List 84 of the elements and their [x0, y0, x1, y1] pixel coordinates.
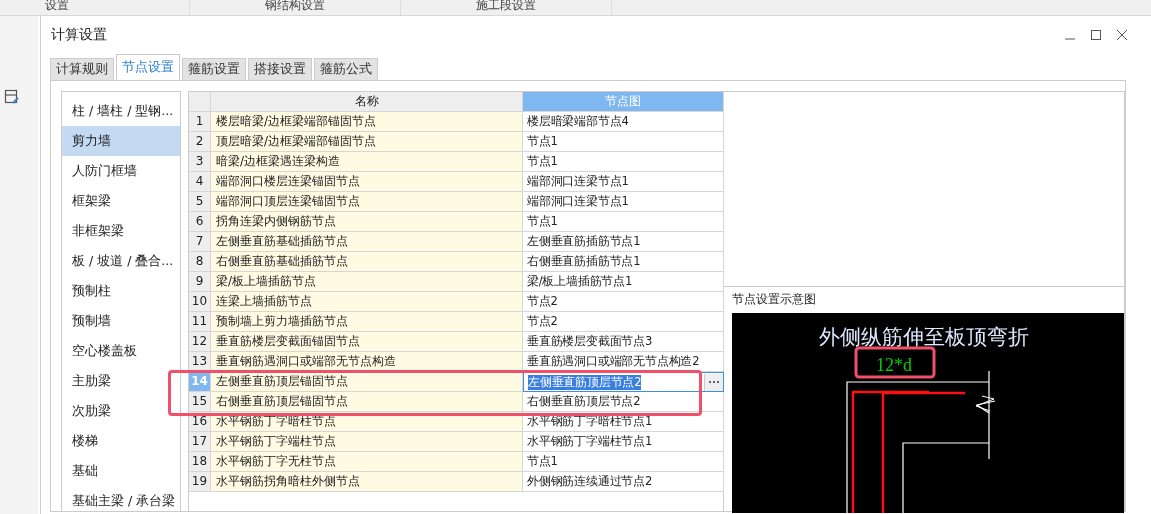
table-cell: 端部洞口连梁节点1: [523, 192, 724, 212]
category-item[interactable]: 预制墙: [62, 306, 180, 336]
category-item[interactable]: 剪力墙: [62, 126, 180, 156]
row-number: 18: [189, 452, 211, 472]
category-item[interactable]: 次肋梁: [62, 396, 180, 426]
table-cell: 水平钢筋丁字端柱节点: [211, 432, 523, 452]
table-cell: 右侧垂直筋顶层锚固节点: [211, 392, 523, 412]
maximize-icon[interactable]: [1090, 29, 1102, 41]
table-cell: 左侧垂直筋插筋节点1: [523, 232, 724, 252]
tab[interactable]: 箍筋公式: [314, 58, 378, 80]
table-cell: 楼层暗梁/边框梁端部锚固节点: [211, 112, 523, 132]
row-number: 4: [189, 172, 211, 192]
tab[interactable]: 计算规则: [50, 58, 114, 80]
row-number: 16: [189, 412, 211, 432]
row-number: 9: [189, 272, 211, 292]
table-cell: 梁/板上墙插筋节点: [211, 272, 523, 292]
category-item[interactable]: 预制柱: [62, 276, 180, 306]
column-header[interactable]: 名称: [211, 92, 523, 112]
row-number: 5: [189, 192, 211, 212]
category-item[interactable]: 板 / 坡道 / 叠合...: [62, 246, 180, 276]
row-number: 14: [189, 372, 211, 392]
window-title: 计算设置: [51, 26, 107, 44]
category-item[interactable]: 柱 / 墙柱 / 型钢...: [62, 96, 180, 126]
table-cell: 右侧垂直筋插筋节点1: [523, 252, 724, 272]
row-number: 6: [189, 212, 211, 232]
row-number: 3: [189, 152, 211, 172]
table-cell: 端部洞口连梁节点1: [523, 172, 724, 192]
table-cell: 垂直钢筋遇洞口或端部无节点构造: [211, 352, 523, 372]
table-cell: 连梁上墙插筋节点: [211, 292, 523, 312]
table-cell: 梁/板上墙插筋节点1: [523, 272, 724, 292]
table-cell: 端部洞口楼层连梁锚固节点: [211, 172, 523, 192]
table-cell: 节点2: [523, 312, 724, 332]
header-label: 设置: [40, 0, 190, 15]
row-number: 8: [189, 252, 211, 272]
category-item[interactable]: 主肋梁: [62, 366, 180, 396]
table-cell: 节点2: [523, 292, 724, 312]
table-cell: 水平钢筋拐角暗柱外侧节点: [211, 472, 523, 492]
table-cell: 水平钢筋丁字端柱节点1: [523, 432, 724, 452]
row-number: 10: [189, 292, 211, 312]
table-cell: 节点1: [523, 152, 724, 172]
row-number: 12: [189, 332, 211, 352]
table-cell: 左侧垂直筋基础插筋节点: [211, 232, 523, 252]
category-item[interactable]: 人防门框墙: [62, 156, 180, 186]
table-cell: 右侧垂直筋基础插筋节点: [211, 252, 523, 272]
table-cell: 暗梁/边框梁遇连梁构造: [211, 152, 523, 172]
table-cell: 垂直筋楼层变截面锚固节点: [211, 332, 523, 352]
edit-icon[interactable]: [4, 89, 20, 105]
row-number: 2: [189, 132, 211, 152]
tab[interactable]: 箍筋设置: [182, 58, 246, 80]
table-cell: 节点1: [523, 212, 724, 232]
table-cell: 端部洞口顶层连梁锚固节点: [211, 192, 523, 212]
more-button[interactable]: [704, 373, 723, 391]
table-cell: 顶层暗梁/边框梁端部锚固节点: [211, 132, 523, 152]
diagram-caption: 外侧纵筋伸至板顶弯折: [819, 325, 1029, 349]
table-cell: 水平钢筋丁字无柱节点: [211, 452, 523, 472]
category-item[interactable]: 基础: [62, 456, 180, 486]
header-label: 钢结构设置: [190, 0, 401, 15]
category-item[interactable]: 空心楼盖板: [62, 336, 180, 366]
tab[interactable]: 搭接设置: [248, 58, 312, 80]
category-item[interactable]: 非框架梁: [62, 216, 180, 246]
table-cell: 右侧垂直筋顶层节点2: [523, 392, 724, 412]
tab[interactable]: 节点设置: [116, 54, 180, 80]
row-number: 1: [189, 112, 211, 132]
category-item[interactable]: 楼梯: [62, 426, 180, 456]
close-icon[interactable]: [1116, 29, 1128, 41]
table-cell: 楼层暗梁端部节点4: [523, 112, 724, 132]
table-cell: 节点1: [523, 452, 724, 472]
dimension-label: 12*d: [876, 355, 912, 375]
row-number: 15: [189, 392, 211, 412]
table-cell: 左侧垂直筋顶层锚固节点: [211, 372, 523, 392]
table-cell: 预制墙上剪力墙插筋节点: [211, 312, 523, 332]
row-number: 13: [189, 352, 211, 372]
category-item[interactable]: 基础主梁 / 承台梁: [62, 486, 180, 514]
category-item[interactable]: 框架梁: [62, 186, 180, 216]
more-icon: [708, 380, 720, 384]
table-cell: 垂直筋楼层变截面节点3: [523, 332, 724, 352]
row-number: 11: [189, 312, 211, 332]
table-cell: 节点1: [523, 132, 724, 152]
row-number: 7: [189, 232, 211, 252]
row-number: 17: [189, 432, 211, 452]
table-cell: 拐角连梁内侧钢筋节点: [211, 212, 523, 232]
table-cell: 外侧钢筋连续通过节点2: [523, 472, 724, 492]
preview-label: 节点设置示意图: [732, 291, 817, 308]
row-number: 19: [189, 472, 211, 492]
